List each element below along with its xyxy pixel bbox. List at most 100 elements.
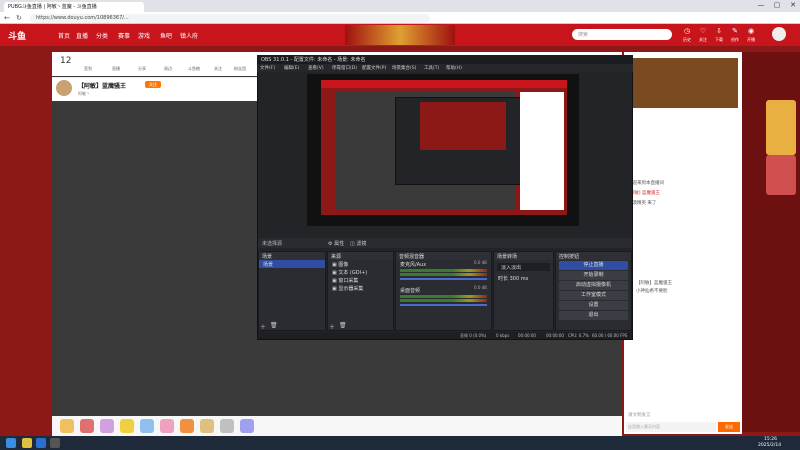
avatar[interactable] [772,27,786,41]
obs-menu-tools[interactable]: 工具(T) [424,65,439,71]
minimize-button[interactable]: — [754,1,768,11]
preview-capture-header [321,80,567,88]
toolbar-item-0[interactable]: 签到 [84,66,92,72]
reload-icon[interactable]: ↻ [16,14,22,22]
explorer-icon[interactable] [22,438,32,448]
chat-input[interactable]: 这里输入聊天内容 [626,422,716,432]
start-icon[interactable] [6,438,16,448]
site-logo[interactable]: 斗鱼 [8,29,26,42]
chat-message: [阿敏] 蓝魔骚王 [628,191,660,196]
source-item[interactable]: ▣ 显示器采集 [328,284,393,292]
obs-menu-view[interactable]: 查看(V) [308,65,324,71]
source-label: 窗口采集 [338,278,359,284]
volume-slider[interactable] [400,304,487,306]
gift-item[interactable] [200,419,214,433]
status-cpu: CPU: 0.7% [568,333,589,338]
follow-icon[interactable]: ♡ [696,27,710,35]
create-icon[interactable]: ✎ [728,27,742,35]
browser-tab[interactable]: PUBG斗鱼直播 | 阿敏丶蓝魔 - 斗鱼直播 [4,2,144,12]
start-recording-button[interactable]: 开始录制 [559,271,628,280]
header-banner[interactable] [345,25,455,45]
gift-item[interactable] [220,419,234,433]
promo-ad[interactable] [766,155,796,195]
exit-button[interactable]: 退出 [559,311,628,320]
gift-item[interactable] [240,419,254,433]
transition-duration[interactable]: 时长 300 ms [494,274,553,282]
download-icon[interactable]: ⇩ [712,27,726,35]
virtual-camera-button[interactable]: 启动虚拟摄像机 [559,281,628,290]
obs-menu-file[interactable]: 文件(F) [260,65,275,71]
gift-item[interactable] [60,419,74,433]
settings-button[interactable]: 设置 [559,301,628,310]
toolbar-item-1[interactable]: 直播 [112,66,120,72]
gift-item[interactable] [140,419,154,433]
chat-message: 欢迎来到本直播间 [628,181,664,186]
transition-select[interactable]: 淡入淡出 [497,263,550,271]
obs-taskbar-icon[interactable] [50,438,60,448]
obs-menu-edit[interactable]: 编辑(E) [284,65,299,71]
anchor-name[interactable]: 阿敏丶 [78,91,90,97]
source-item[interactable]: ▣ 窗口采集 [328,276,393,284]
toolbar-item-5[interactable]: 关注 [214,66,222,72]
scenes-dock: 场景 场景 [258,251,326,331]
anchor-avatar[interactable] [56,80,72,96]
remove-scene-button[interactable]: 🗑 [270,322,278,329]
chat-message: 沙漠精英 来了 [628,201,657,206]
send-button[interactable]: 发送 [718,422,740,432]
url-field[interactable]: https://www.douyu.com/10896367/... [30,14,430,23]
nav-town[interactable]: 镇人府 [180,31,198,40]
properties-button[interactable]: ⚙ 属性 [328,240,344,247]
level-badge: 12 [60,56,72,66]
toolbar-item-2[interactable]: 分享 [138,66,146,72]
stop-stream-button[interactable]: 停止直播 [559,261,628,270]
source-item[interactable]: ▣ 图像 [328,260,393,268]
gift-bar [52,416,622,436]
promo-ad[interactable] [766,100,796,155]
broadcast-icon[interactable]: ◉ [744,27,758,35]
chat-panel [624,52,742,434]
follow-button[interactable]: 关注 [145,81,161,88]
maximize-button[interactable]: ▢ [770,1,784,11]
obs-menu-docks[interactable]: 停靠窗口(D) [332,65,357,71]
broadcast-label: 开播 [747,37,755,42]
gift-item[interactable] [80,419,94,433]
toolbar-item-3[interactable]: 周边 [164,66,172,72]
status-fps: 60.00 / 60.00 FPS [592,333,628,338]
source-item[interactable]: ▣ 文本 (GDI+) [328,268,393,276]
obs-menu-scene-collection[interactable]: 场景集合(S) [392,65,416,71]
nav-category[interactable]: 分类 [96,31,108,40]
obs-menu-help[interactable]: 帮助(H) [446,65,462,71]
volume-meter [400,299,487,302]
history-icon[interactable]: ◷ [680,27,694,35]
nav-games[interactable]: 游戏 [138,31,150,40]
toolbar-item-4[interactable]: 斗鱼粮 [188,66,200,72]
nav-live[interactable]: 直播 [76,31,88,40]
edge-icon[interactable] [36,438,46,448]
obs-menu-profile[interactable]: 配置文件(P) [362,65,386,71]
studio-mode-button[interactable]: 工作室模式 [559,291,628,300]
duration-label: 时长 [498,276,509,282]
scene-item[interactable]: 场景 [259,260,325,268]
gift-item[interactable] [160,419,174,433]
volume-meter [400,295,487,298]
activity-banner[interactable] [628,58,738,108]
nav-home[interactable]: 首页 [58,31,70,40]
gift-item[interactable] [120,419,134,433]
toolbar-item-6[interactable]: 粉丝团 [234,66,246,72]
nav-events[interactable]: 赛事 [118,31,130,40]
mixer-title: 音频混音器 [396,252,491,260]
back-icon[interactable]: ← [4,14,10,22]
search-input[interactable]: 搜索 [572,29,672,40]
close-window-button[interactable]: ✕ [786,1,800,11]
remove-source-button[interactable]: 🗑 [339,322,347,329]
room-title: 【阿敏】蓝魔骚王 [78,83,127,90]
add-scene-button[interactable]: ＋ [260,322,266,331]
status-bitrate: 0 kbps [496,333,510,338]
volume-slider[interactable] [400,278,487,280]
filters-button[interactable]: ◫ 滤镜 [350,240,366,247]
nav-fishbar[interactable]: 鱼吧 [160,31,172,40]
add-source-button[interactable]: ＋ [329,322,335,331]
transitions-title: 场景转场 [494,252,553,260]
gift-item[interactable] [100,419,114,433]
gift-item[interactable] [180,419,194,433]
